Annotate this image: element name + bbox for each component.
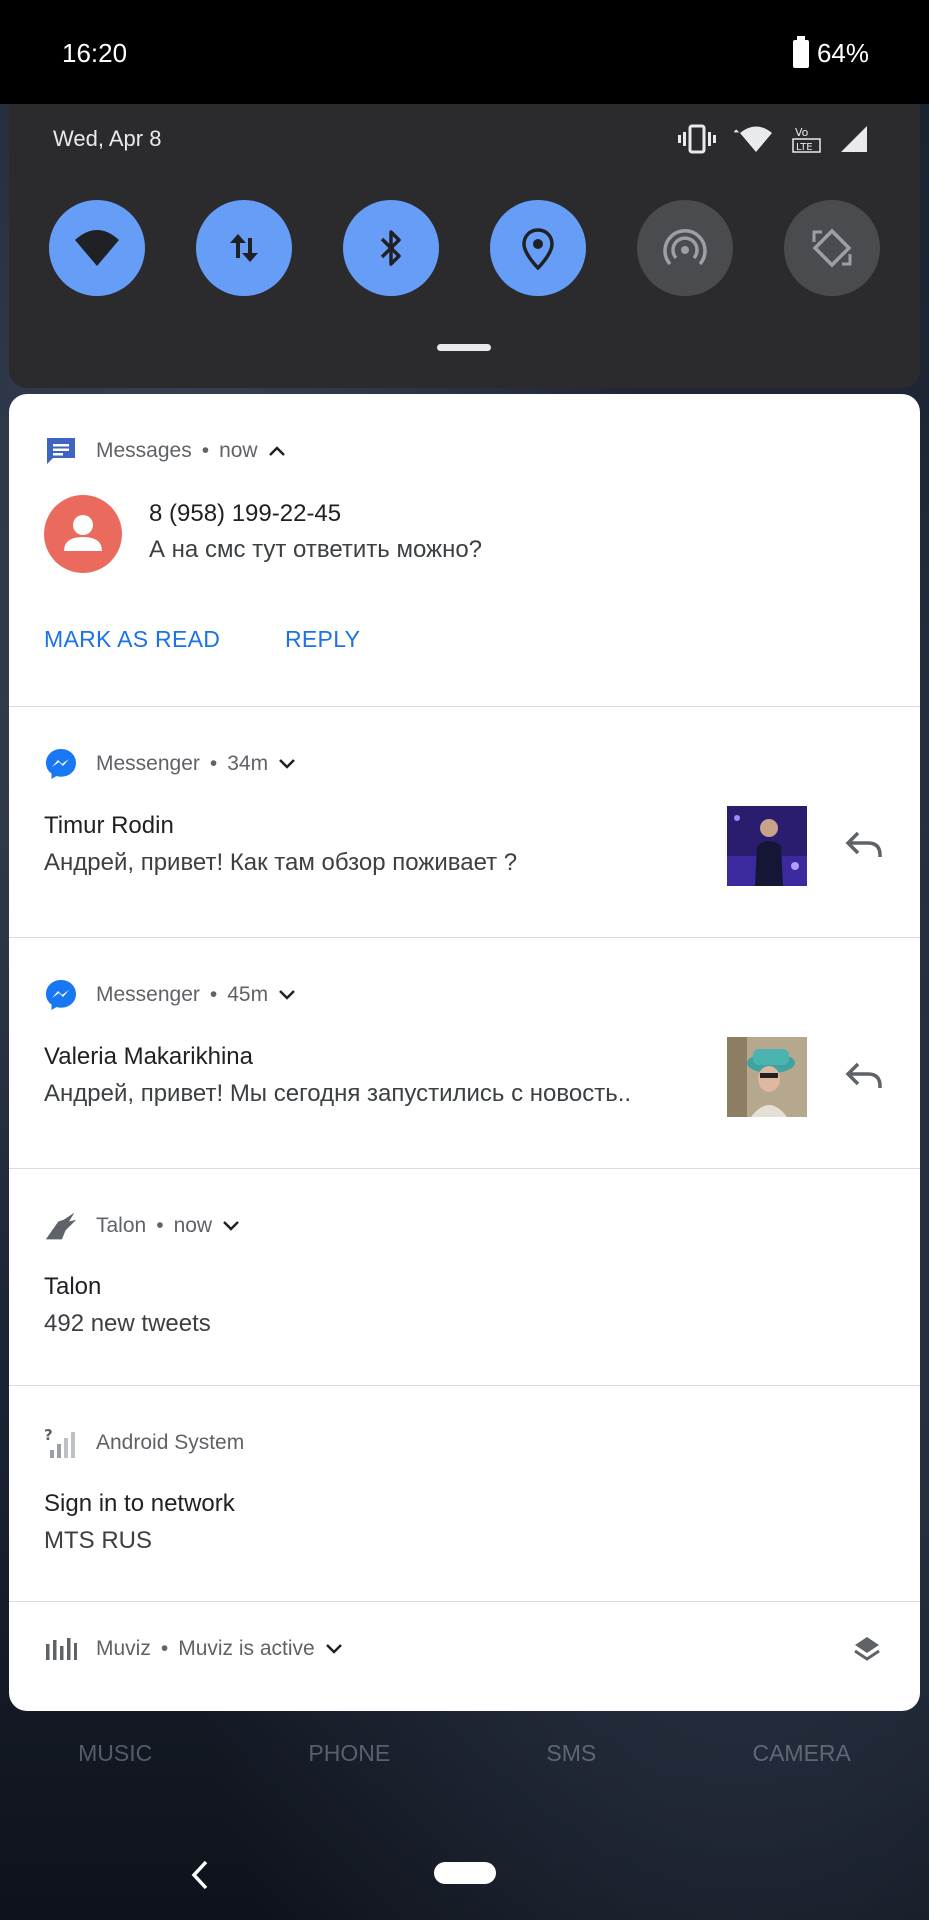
notification-time: 45m	[227, 983, 269, 1006]
chevron-down-icon[interactable]	[278, 989, 296, 1001]
separator-dot: •	[160, 1637, 169, 1660]
equalizer-icon	[44, 1632, 78, 1666]
notification-time: now	[219, 439, 258, 462]
reply-icon[interactable]	[842, 823, 886, 867]
back-chevron-icon[interactable]	[186, 1858, 214, 1892]
app-name: Messenger	[96, 983, 200, 1006]
dock-camera[interactable]: CAMERA	[752, 1740, 850, 1767]
notification-text: MTS RUS	[44, 1527, 152, 1554]
hotspot-tile[interactable]	[637, 200, 733, 296]
notification-title: Talon	[44, 1273, 102, 1300]
reply-button[interactable]: REPLY	[285, 626, 360, 653]
notification-text: Андрей, привет! Мы сегодня запустились с…	[44, 1080, 632, 1107]
messenger-app-icon	[44, 747, 78, 781]
dock-phone[interactable]: PHONE	[308, 1740, 390, 1767]
notification-header[interactable]: Muviz • Muviz is active	[44, 1632, 343, 1666]
signal-question-icon: ?	[44, 1426, 78, 1460]
wifi-icon	[75, 230, 119, 266]
talon-app-icon	[44, 1209, 78, 1243]
chevron-down-icon[interactable]	[325, 1643, 343, 1655]
status-bar: 16:20 64%	[0, 0, 929, 104]
app-name: Talon	[96, 1214, 147, 1237]
notification-status: Muviz is active	[178, 1637, 315, 1660]
notification-muviz[interactable]: Muviz • Muviz is active	[9, 1602, 920, 1711]
notification-messenger-timur[interactable]: Messenger • 34m Timur Rodin Андрей, прив…	[9, 707, 920, 938]
qs-drag-handle[interactable]	[437, 344, 491, 351]
dock-music[interactable]: MUSIC	[78, 1740, 152, 1767]
vibrate-icon	[678, 124, 716, 154]
status-time: 16:20	[62, 38, 128, 68]
contact-photo	[727, 806, 807, 886]
notification-text: А на смс тут ответить можно?	[149, 536, 483, 563]
notification-header[interactable]: Talon • now	[44, 1209, 240, 1243]
mobile-data-icon	[230, 234, 258, 262]
app-name: Android System	[96, 1431, 245, 1454]
notification-title: 8 (958) 199-22-45	[149, 500, 342, 527]
quick-settings-panel: Wed, Apr 8 Vo LTE	[9, 104, 920, 388]
qs-status-icons: Vo LTE	[678, 124, 868, 154]
mark-as-read-button[interactable]: MARK AS READ	[44, 626, 220, 653]
location-tile[interactable]	[490, 200, 586, 296]
notification-text: 492 new tweets	[44, 1310, 211, 1337]
battery-percent: 64%	[816, 38, 869, 68]
notification-time: 34m	[227, 752, 269, 775]
notification-title: Valeria Makarikhina	[44, 1043, 253, 1070]
reply-icon[interactable]	[842, 1054, 886, 1098]
hotspot-icon	[663, 229, 707, 266]
separator-dot: •	[209, 752, 218, 775]
auto-rotate-icon	[812, 228, 852, 268]
svg-text:Vo: Vo	[795, 126, 809, 139]
notification-header[interactable]: Messenger • 34m	[44, 747, 296, 781]
battery-icon	[792, 35, 809, 68]
chevron-up-icon[interactable]	[268, 445, 286, 457]
contact-avatar	[44, 495, 122, 573]
location-icon	[522, 228, 554, 270]
notification-list: Messages • now 8 (958) 199-22-45 А на см…	[9, 394, 920, 1711]
notification-title: Timur Rodin	[44, 812, 174, 839]
notification-talon[interactable]: Talon • now Talon 492 new tweets	[9, 1169, 920, 1386]
app-name: Muviz	[96, 1637, 151, 1660]
notification-time: now	[173, 1214, 213, 1237]
person-icon	[64, 515, 102, 551]
notification-messages[interactable]: Messages • now 8 (958) 199-22-45 А на см…	[9, 394, 920, 707]
launcher-dock: MUSIC PHONE SMS CAMERA	[0, 1740, 929, 1767]
separator-dot: •	[156, 1214, 164, 1237]
home-button[interactable]	[434, 1862, 496, 1884]
dock-sms[interactable]: SMS	[546, 1740, 596, 1767]
navigation-bar	[0, 1840, 929, 1900]
notification-text: Андрей, привет! Как там обзор поживает ?	[44, 849, 518, 876]
volte-icon: Vo LTE	[792, 126, 821, 153]
bluetooth-icon	[380, 230, 401, 266]
chevron-down-icon[interactable]	[278, 758, 296, 770]
app-name: Messages	[96, 439, 192, 462]
notification-android-system[interactable]: ? Android System Sign in to network MTS …	[9, 1386, 920, 1602]
battery-indicator: 64%	[792, 35, 869, 69]
svg-text:LTE: LTE	[796, 142, 813, 153]
messenger-app-icon	[44, 978, 78, 1012]
contact-photo	[727, 1037, 807, 1117]
wifi-tile[interactable]	[49, 200, 145, 296]
auto-rotate-tile[interactable]	[784, 200, 880, 296]
bluetooth-tile[interactable]	[343, 200, 439, 296]
svg-text:?: ?	[44, 1426, 53, 1444]
notification-header[interactable]: ? Android System	[44, 1426, 244, 1460]
chevron-down-icon[interactable]	[222, 1220, 240, 1232]
app-name: Messenger	[96, 752, 200, 775]
separator-dot: •	[209, 983, 218, 1006]
wifi-status-icon	[734, 126, 772, 152]
cell-signal-icon	[841, 126, 867, 152]
mobile-data-tile[interactable]	[196, 200, 292, 296]
notification-messenger-valeria[interactable]: Messenger • 45m Valeria Makarikhina Андр…	[9, 938, 920, 1169]
separator-dot: •	[201, 439, 210, 462]
layers-icon[interactable]	[852, 1634, 882, 1664]
notification-header[interactable]: Messages • now	[44, 434, 286, 468]
qs-date[interactable]: Wed, Apr 8	[53, 126, 161, 152]
qs-tiles	[49, 200, 880, 296]
notification-title: Sign in to network	[44, 1490, 235, 1517]
messages-app-icon	[44, 434, 78, 468]
notification-header[interactable]: Messenger • 45m	[44, 978, 296, 1012]
